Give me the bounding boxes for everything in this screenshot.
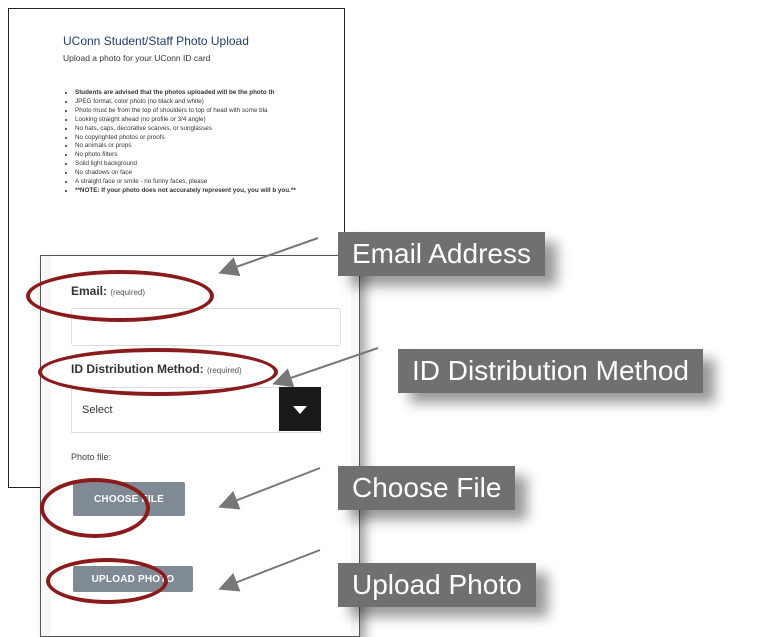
distribution-selected-value: Select <box>82 404 113 416</box>
callout-upload-photo: Upload Photo <box>338 563 536 607</box>
guideline-item: No hats, caps, decorative scarves, or su… <box>75 125 344 134</box>
callout-distribution-method: ID Distribution Method <box>398 349 704 393</box>
guideline-note: **NOTE: If your photo does not accuratel… <box>75 187 344 196</box>
choose-file-highlight-oval <box>40 478 150 538</box>
guideline-item: Solid light background <box>75 160 344 169</box>
guideline-item: Looking straight ahead (no profile or 3/… <box>75 116 344 125</box>
distribution-highlight-oval <box>38 348 278 396</box>
guideline-item: A straight face or smile - no funny face… <box>75 178 344 187</box>
callout-choose-file: Choose File <box>338 466 516 510</box>
guideline-item: JPEG format, color photo (no black and w… <box>75 98 344 107</box>
photo-guidelines-list: Students are advised that the photos upl… <box>63 89 344 196</box>
guideline-item: No copyrighted photos or proofs <box>75 134 344 143</box>
email-highlight-oval <box>26 270 214 322</box>
guideline-item: Photo must be from the top of shoulders … <box>75 107 344 116</box>
guideline-item: No photo filters <box>75 151 344 160</box>
page-subtitle: Upload a photo for your UConn ID card <box>63 53 211 63</box>
guideline-item: No animals or props <box>75 142 344 151</box>
callout-email-address: Email Address <box>338 232 545 276</box>
photo-file-label: Photo file: <box>71 452 112 462</box>
guideline-item: Students are advised that the photos upl… <box>75 89 344 98</box>
chevron-down-icon[interactable] <box>279 387 321 431</box>
upload-photo-highlight-oval <box>46 558 168 604</box>
page-title: UConn Student/Staff Photo Upload <box>63 34 249 48</box>
guideline-item: No shadows on face <box>75 169 344 178</box>
